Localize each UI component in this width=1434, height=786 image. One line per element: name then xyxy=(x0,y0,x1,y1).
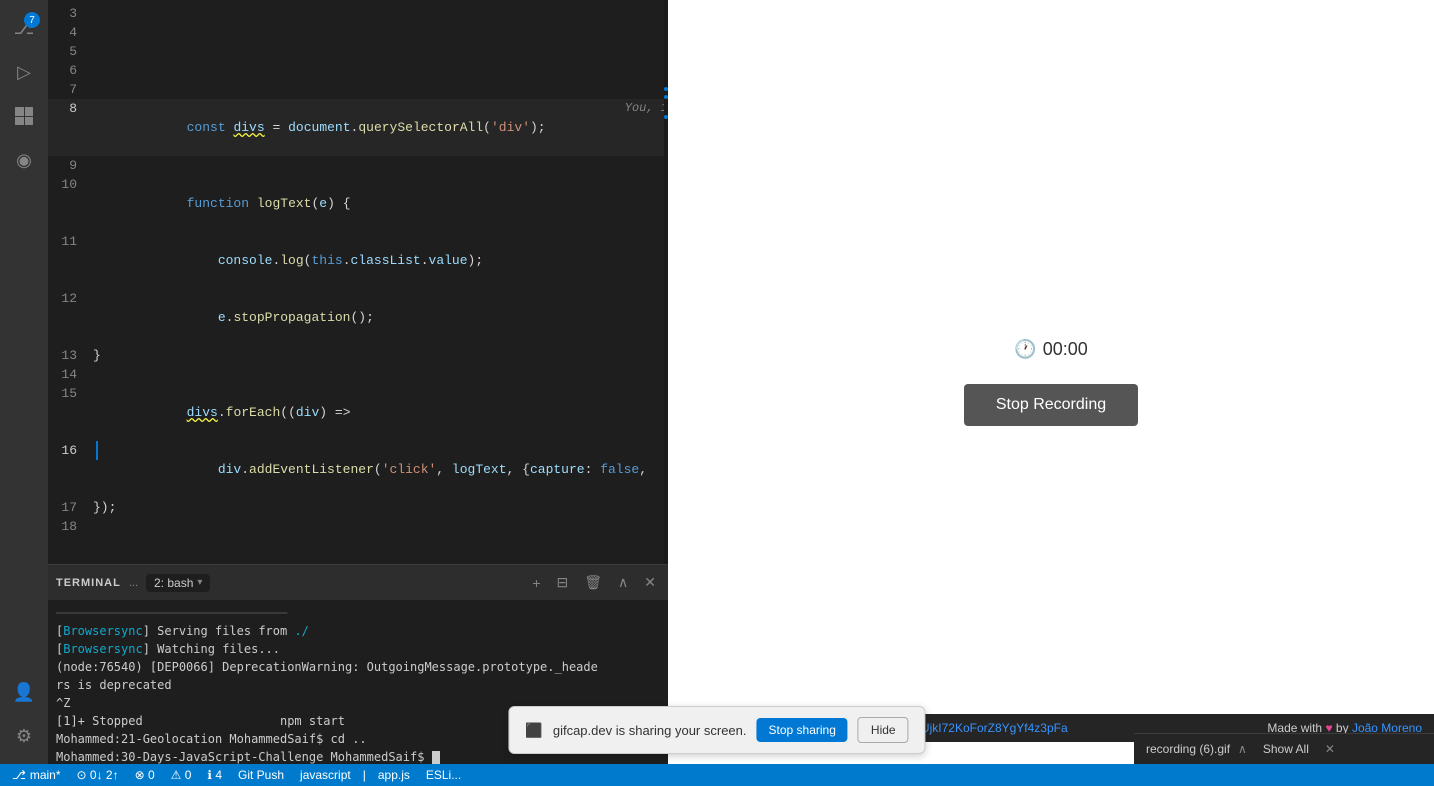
terminal-tab-label: 2: bash xyxy=(154,576,193,590)
code-line-9: 9 xyxy=(48,156,668,175)
terminal-tab[interactable]: 2: bash ▾ xyxy=(146,574,210,592)
stop-sharing-button[interactable]: Stop sharing xyxy=(757,718,848,742)
code-line-5: 5 xyxy=(48,42,668,61)
javascript-status[interactable]: javascript xyxy=(296,768,355,782)
appjs-status[interactable]: app.js xyxy=(374,768,414,782)
code-line-6: 6 xyxy=(48,61,668,80)
code-line-14: 14 xyxy=(48,365,668,384)
recording-timer: 🕐 00:00 xyxy=(1014,339,1087,360)
errors-status[interactable]: ⊗ 0 xyxy=(131,768,159,782)
settings-icon[interactable]: ⚙ xyxy=(4,716,44,756)
terminal-line-1: [Browsersync] Serving files from ./ xyxy=(56,622,660,640)
terminal-delete-btn[interactable]: 🗑 xyxy=(580,572,606,593)
appjs-label: app.js xyxy=(378,768,410,782)
warnings-label: ⚠ 0 xyxy=(171,768,192,782)
editor-area: 3 4 5 6 xyxy=(48,0,668,764)
remote-explorer-icon[interactable]: ◉ xyxy=(4,140,44,180)
code-line-18: 18 xyxy=(48,517,668,536)
terminal-close-btn[interactable]: ✕ xyxy=(640,572,660,593)
extensions-icon[interactable] xyxy=(4,96,44,136)
eslint-status[interactable]: ESLi... xyxy=(422,768,465,782)
sync-label: ⊙ 0↓ 2↑ xyxy=(77,768,119,782)
sync-status[interactable]: ⊙ 0↓ 2↑ xyxy=(73,768,123,782)
code-line-8: 8 const divs = document.querySelectorAll… xyxy=(48,99,668,156)
javascript-label: javascript xyxy=(300,768,351,782)
timer-display: 00:00 xyxy=(1043,339,1088,360)
terminal-add-btn[interactable]: + xyxy=(528,573,544,593)
terminal-header: TERMINAL ... 2: bash ▾ + ⊟ 🗑 ∧ ✕ xyxy=(48,565,668,600)
branch-status[interactable]: ⎇ main* xyxy=(8,768,65,782)
code-line-13: 13 } xyxy=(48,346,668,365)
gif-close-button[interactable]: ✕ xyxy=(1325,742,1335,756)
screen-share-message: gifcap.dev is sharing your screen. xyxy=(553,723,747,738)
gif-notification: recording (6).gif ∧ Show All ✕ xyxy=(1134,733,1434,764)
screen-share-icon: ⬛ xyxy=(525,722,542,739)
accounts-icon[interactable]: 👤 xyxy=(4,672,44,712)
status-bar: ⎇ main* ⊙ 0↓ 2↑ ⊗ 0 ⚠ 0 ℹ 4 Git Push jav… xyxy=(0,764,1434,786)
code-line-12: 12 e.stopPropagation(); xyxy=(48,289,668,346)
clock-icon: 🕐 xyxy=(1014,339,1036,360)
terminal-more-options[interactable]: ... xyxy=(129,577,138,589)
right-panel: 🕐 00:00 Stop Recording ⑂ joaomoreno/gifc… xyxy=(668,0,1434,764)
code-line-7: 7 xyxy=(48,80,668,99)
info-label: ℹ 4 xyxy=(207,768,222,782)
eslint-label: ESLi... xyxy=(426,768,461,782)
git-push-status[interactable]: Git Push xyxy=(234,768,288,782)
code-line-4: 4 xyxy=(48,23,668,42)
stop-recording-button[interactable]: Stop Recording xyxy=(964,384,1138,426)
pipe-separator: | xyxy=(363,768,366,782)
code-line-16: 16 div.addEventListener('click', logText… xyxy=(48,441,668,498)
terminal-split-btn[interactable]: ⊟ xyxy=(553,572,573,593)
terminal-line-separator: ──────────────────────────────── xyxy=(56,604,660,622)
branch-name: main* xyxy=(30,768,61,782)
show-all-button[interactable]: Show All xyxy=(1255,740,1317,758)
branch-icon: ⎇ xyxy=(12,768,26,782)
screen-share-banner: ⬛ gifcap.dev is sharing your screen. Sto… xyxy=(508,706,925,754)
warnings-status[interactable]: ⚠ 0 xyxy=(167,768,196,782)
source-control-badge: 7 xyxy=(24,12,40,28)
hide-banner-button[interactable]: Hide xyxy=(858,717,909,743)
terminal-collapse-btn[interactable]: ∧ xyxy=(614,572,632,593)
terminal-line-2: [Browsersync] Watching files... xyxy=(56,640,660,658)
code-editor[interactable]: 3 4 5 6 xyxy=(48,0,668,564)
git-push-label: Git Push xyxy=(238,768,284,782)
code-line-11: 11 console.log(this.classList.value); xyxy=(48,232,668,289)
run-debug-icon[interactable]: ▷ xyxy=(4,52,44,92)
terminal-tab-arrow[interactable]: ▾ xyxy=(197,577,202,588)
errors-label: ⊗ 0 xyxy=(135,768,155,782)
terminal-line-3: (node:76540) [DEP0066] DeprecationWarnin… xyxy=(56,658,660,676)
source-control-icon[interactable]: ⎇ 7 xyxy=(4,8,44,48)
code-line-10: 10 function logText(e) { xyxy=(48,175,668,232)
terminal-actions: + ⊟ 🗑 ∧ ✕ xyxy=(528,572,660,593)
terminal-title: TERMINAL xyxy=(56,577,121,589)
gif-filename: recording (6).gif xyxy=(1146,742,1230,756)
terminal-line-4: rs is deprecated xyxy=(56,676,660,694)
gif-expand-button[interactable]: ∧ xyxy=(1238,742,1247,756)
activity-bar: ⎇ 7 ▷ ◉ 👤 ⚙ xyxy=(0,0,48,764)
code-line-15: 15 divs.forEach((div) => xyxy=(48,384,668,441)
code-line-3: 3 xyxy=(48,4,668,23)
code-line-17: 17 }); xyxy=(48,498,668,517)
info-status[interactable]: ℹ 4 xyxy=(203,768,226,782)
